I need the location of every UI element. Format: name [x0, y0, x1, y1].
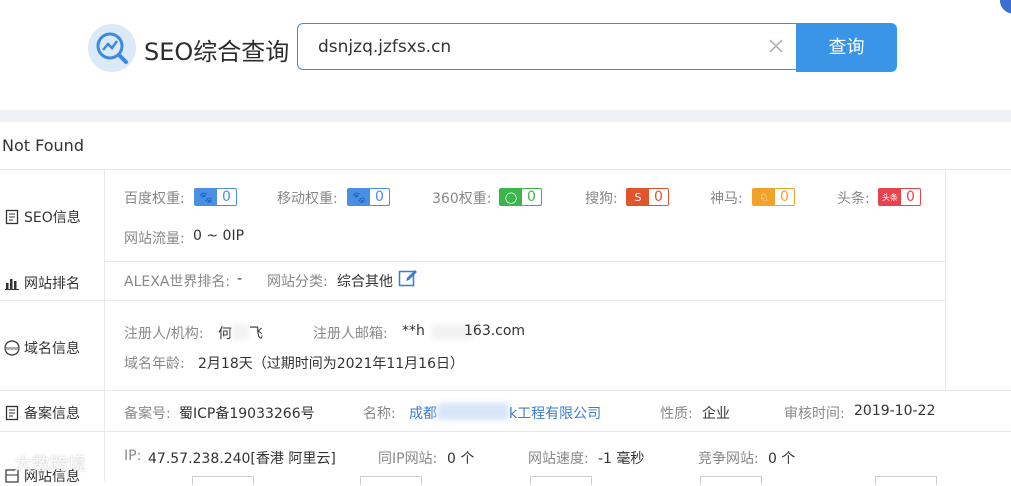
- row-label-text: 网站排名: [24, 276, 80, 292]
- row-label-text: 备案信息: [24, 406, 80, 422]
- baidu-mobile-icon: 🐾: [348, 189, 370, 205]
- sogou-badge[interactable]: S 0: [626, 188, 669, 206]
- category-value: 综合其他: [337, 274, 393, 290]
- email-label: 注册人邮箱:: [313, 326, 388, 342]
- search-input[interactable]: dsnjzq.jzfsxs.cn: [297, 23, 797, 70]
- 360-weight-label: 360权重:: [432, 191, 492, 207]
- icp-review-value: 2019-10-22: [854, 403, 936, 419]
- domain-age-label: 域名年龄:: [124, 356, 185, 372]
- status-text: Not Found: [2, 136, 84, 155]
- toutiao-badge[interactable]: 头条 0: [878, 188, 921, 206]
- traffic-value: 0 ~ 0IP: [193, 228, 245, 244]
- mobile-weight-badge[interactable]: 🐾 0: [347, 188, 390, 206]
- document-icon: [5, 405, 19, 421]
- same-ip-value: 0 个: [447, 451, 475, 467]
- mobile-weight-value: 0: [375, 189, 384, 205]
- icp-nature-value: 企业: [702, 406, 730, 422]
- divider: [0, 390, 1011, 391]
- baidu-weight-badge[interactable]: 🐾 0: [194, 188, 237, 206]
- email-value-tail: 163.com: [464, 323, 526, 339]
- baidu-weight-value: 0: [222, 189, 231, 205]
- search-input-value: dsnjzq.jzfsxs.cn: [318, 37, 452, 57]
- shenma-label: 神马:: [710, 191, 743, 207]
- sogou-label: 搜狗:: [585, 191, 618, 207]
- ip-label: IP:: [124, 448, 142, 464]
- shenma-icon: ♘: [753, 189, 775, 205]
- divider: [945, 169, 946, 391]
- registrant-value: 何: [218, 326, 232, 342]
- watermark: 大数跨境: [14, 454, 86, 475]
- row-label-icp: 备案信息: [4, 403, 80, 423]
- search-button[interactable]: 查询: [796, 23, 897, 72]
- speed-value: -1 毫秒: [598, 451, 645, 467]
- divider: [104, 261, 945, 262]
- close-icon[interactable]: [768, 38, 784, 54]
- alexa-value: -: [237, 271, 243, 287]
- logo-icon: [88, 24, 136, 72]
- alexa-label: ALEXA世界排名:: [124, 274, 231, 290]
- baidu-icon: 🐾: [195, 189, 217, 205]
- icp-review-label: 审核时间:: [784, 406, 845, 422]
- bar-chart-icon: [5, 279, 19, 290]
- icp-name-link-tail[interactable]: k工程有限公司: [509, 403, 601, 423]
- sogou-icon: S: [627, 189, 649, 205]
- row-label-text: 域名信息: [24, 341, 80, 357]
- traffic-label: 网站流量:: [124, 231, 185, 247]
- domain-age-value: 2月18天（过期时间为2021年11月16日）: [198, 356, 464, 372]
- 360-weight-badge[interactable]: ◯ 0: [499, 188, 542, 206]
- icp-name-link[interactable]: 成都: [409, 403, 437, 423]
- icp-name-label: 名称:: [363, 406, 396, 422]
- divider: [0, 431, 1011, 432]
- registrant-label: 注册人/机构:: [124, 326, 204, 342]
- category-label: 网站分类:: [267, 274, 328, 290]
- row-label-text: SEO信息: [24, 210, 81, 226]
- baidu-weight-label: 百度权重:: [124, 191, 185, 207]
- row-label-rank: 网站排名: [4, 273, 80, 293]
- svg-text:www: www: [6, 346, 18, 352]
- document-icon: [5, 209, 19, 225]
- competitor-value: 0 个: [768, 451, 796, 467]
- row-label-domain: www 域名信息: [4, 338, 80, 358]
- divider: [0, 300, 945, 301]
- competitor-label: 竞争网站:: [698, 451, 759, 467]
- row-label-seo: SEO信息: [4, 207, 81, 227]
- toutiao-icon: 头条: [879, 189, 901, 205]
- redaction: [233, 324, 249, 340]
- shenma-value: 0: [780, 189, 789, 205]
- shenma-badge[interactable]: ♘ 0: [752, 188, 795, 206]
- ip-value: 47.57.238.240[香港 阿里云]: [148, 451, 336, 467]
- mobile-weight-label: 移动权重:: [277, 191, 338, 207]
- sogou-value: 0: [654, 189, 663, 205]
- toutiao-value: 0: [906, 189, 915, 205]
- redaction: [437, 403, 509, 420]
- divider: [0, 110, 1011, 122]
- toutiao-label: 头条:: [837, 191, 870, 207]
- speed-label: 网站速度:: [528, 451, 589, 467]
- 360-weight-value: 0: [527, 189, 536, 205]
- same-ip-label: 同IP网站:: [378, 451, 438, 467]
- divider: [104, 169, 105, 481]
- registrant-value-tail: 飞: [249, 326, 263, 342]
- 360-icon: ◯: [500, 189, 522, 205]
- www-icon: www: [4, 340, 20, 356]
- edit-icon[interactable]: [398, 268, 418, 288]
- email-value: **h: [402, 323, 425, 339]
- icp-number-label: 备案号:: [124, 406, 171, 422]
- icp-nature-label: 性质:: [660, 406, 693, 422]
- page-title: SEO综合查询: [144, 38, 290, 66]
- divider: [0, 169, 1011, 170]
- icp-number-value: 蜀ICP备19033266号: [179, 406, 315, 422]
